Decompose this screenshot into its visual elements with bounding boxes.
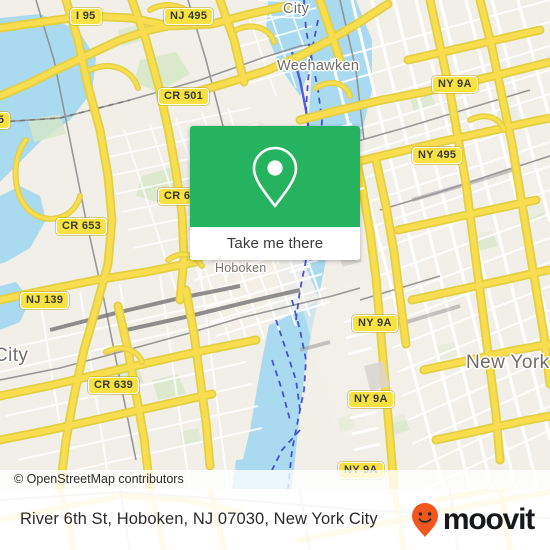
osm-attribution[interactable]: © OpenStreetMap contributors: [0, 470, 550, 489]
highway-shield: I 95: [70, 8, 102, 25]
map-pin-icon: [252, 146, 298, 207]
moovit-logo[interactable]: moovit: [410, 489, 535, 550]
take-me-there-button[interactable]: Take me there: [190, 227, 360, 260]
highway-shield: CR 653: [56, 218, 108, 235]
moovit-pin-smiley-icon: [411, 502, 438, 537]
moovit-wordmark: moovit: [442, 502, 535, 536]
highway-shield: NY 9A: [348, 391, 394, 408]
highway-shield: NJ 495: [164, 8, 214, 25]
highway-shield: CR 501: [158, 88, 210, 105]
footer-bar: River 6th St, Hoboken, NJ 07030, New Yor…: [0, 489, 550, 550]
highway-shield-clipped: CR 5: [0, 112, 11, 129]
highway-shield: NY 495: [412, 147, 463, 164]
callout-pin-area: [190, 126, 360, 227]
map-screenshot: I 95 NJ 495 CR 501 NY 9A NY 495 CR 653 C…: [0, 0, 550, 550]
highway-shield: NY 9A: [432, 76, 478, 93]
location-callout-card[interactable]: Take me there: [190, 126, 360, 260]
highway-shield: CR 639: [88, 377, 140, 394]
address-text: River 6th St, Hoboken, NJ 07030, New Yor…: [20, 510, 378, 528]
highway-shield: NY 9A: [352, 315, 398, 332]
highway-shield: NJ 139: [20, 292, 70, 309]
